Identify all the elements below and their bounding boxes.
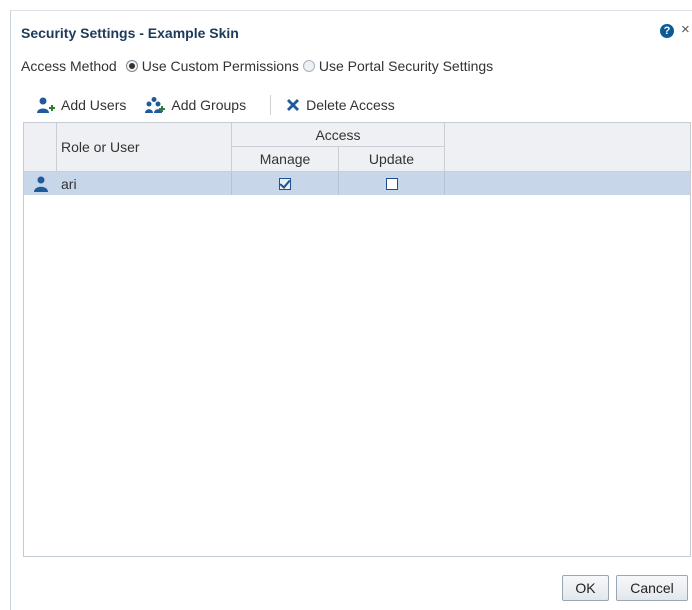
add-user-icon	[36, 96, 56, 114]
add-groups-label: Add Groups	[171, 97, 247, 113]
cell-role-or-user: ari	[57, 172, 232, 195]
cancel-button[interactable]: Cancel	[616, 575, 688, 601]
add-group-icon	[144, 96, 166, 114]
radio-custom-permissions-label[interactable]: Use Custom Permissions	[142, 58, 299, 74]
manage-checkbox[interactable]	[279, 177, 291, 190]
cell-role-or-user-text: ari	[61, 175, 77, 192]
column-header-manage-label: Manage	[259, 151, 311, 167]
access-method-row: Access Method Use Custom Permissions Use…	[21, 57, 493, 75]
cell-update	[339, 172, 445, 195]
add-users-button[interactable]: Add Users	[36, 96, 126, 114]
toolbar: Add Users Add Groups Delete Access	[36, 95, 413, 115]
column-header-manage[interactable]: Manage	[232, 147, 339, 172]
column-header-update[interactable]: Update	[339, 147, 445, 172]
column-group-header-access: Access	[232, 123, 445, 147]
delete-x-icon	[285, 97, 301, 113]
column-header-role-or-user[interactable]: Role or User	[57, 123, 232, 172]
column-header-role-or-user-label: Role or User	[61, 139, 140, 155]
dialog-title: Security Settings - Example Skin	[21, 25, 239, 41]
column-header-update-label: Update	[368, 151, 415, 167]
table-row[interactable]: ari	[24, 172, 690, 195]
add-users-label: Add Users	[61, 97, 127, 113]
column-group-header-access-label: Access	[315, 126, 361, 143]
cell-manage	[232, 172, 339, 195]
radio-portal-security-label[interactable]: Use Portal Security Settings	[319, 58, 493, 74]
access-method-label: Access Method	[21, 58, 117, 74]
permissions-table: Role or User Access Manage Update ari	[23, 122, 691, 557]
close-icon[interactable]: ×	[681, 21, 690, 38]
add-groups-button[interactable]: Add Groups	[144, 96, 246, 114]
delete-access-button[interactable]: Delete Access	[285, 97, 395, 113]
row-type-cell	[24, 172, 57, 195]
radio-custom-permissions[interactable]	[125, 60, 138, 72]
toolbar-separator	[270, 95, 272, 115]
help-icon[interactable]: ?	[660, 24, 674, 38]
column-header-filler	[445, 123, 690, 172]
update-checkbox[interactable]	[385, 177, 398, 190]
user-icon	[33, 176, 48, 192]
ok-button[interactable]: OK	[562, 575, 609, 601]
radio-portal-security[interactable]	[302, 60, 315, 72]
delete-access-label: Delete Access	[306, 97, 395, 113]
header-row-indicator	[24, 123, 57, 172]
